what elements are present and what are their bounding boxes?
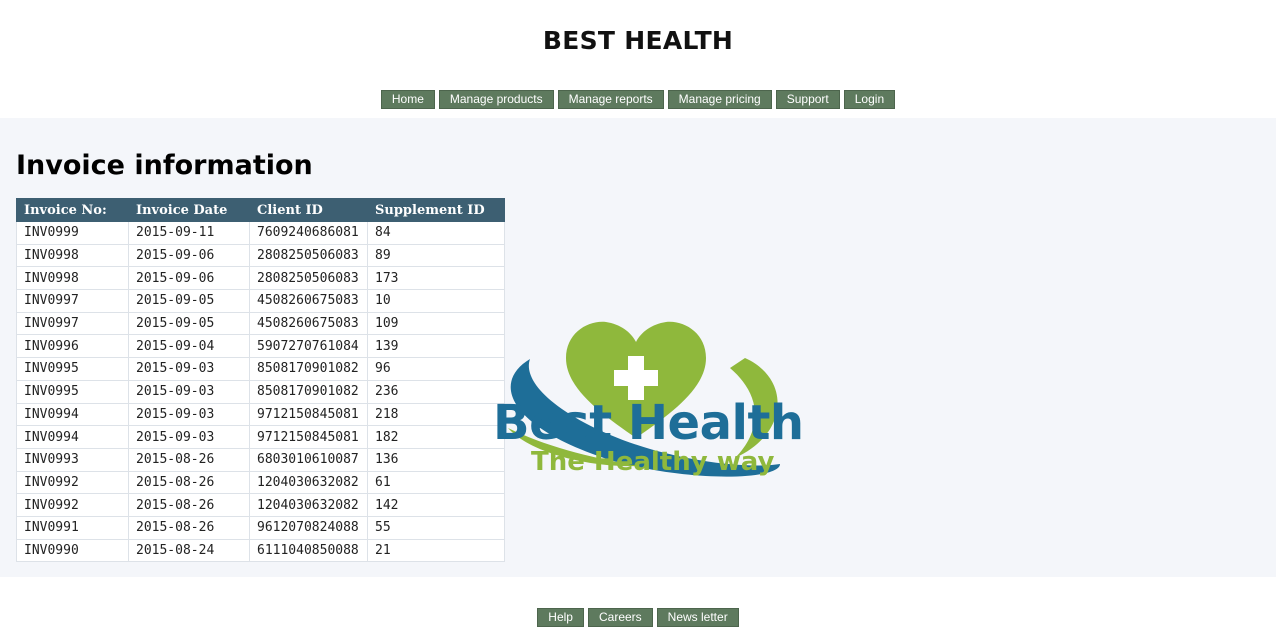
invoice-no-cell: INV0992	[16, 493, 129, 517]
invoice-no-cell: INV0997	[16, 289, 129, 313]
client-id-cell: 4508260675083	[249, 289, 368, 313]
client-id-cell: 4508260675083	[249, 311, 368, 336]
invoice-date-cell: 2015-09-05	[128, 311, 250, 336]
invoice-no-cell: INV0998	[16, 243, 129, 268]
invoice-no-cell: INV0995	[16, 357, 129, 381]
table-row: INV0991 2015-08-26 9612070824088 55	[16, 515, 505, 540]
table-row: INV0996 2015-09-04 5907270761084 139	[16, 334, 505, 359]
table-row: INV0995 2015-09-03 8508170901082 236	[16, 379, 505, 404]
table-row: INV0998 2015-09-06 2808250506083 89	[16, 243, 505, 268]
invoice-date-cell: 2015-09-03	[128, 425, 250, 449]
invoice-date-cell: 2015-09-03	[128, 402, 250, 427]
invoice-date-cell: 2015-08-24	[128, 538, 250, 563]
nav-manage-products-button[interactable]: Manage products	[438, 90, 554, 109]
invoice-date-cell: 2015-08-26	[128, 470, 250, 495]
supplement-id-cell: 109	[367, 311, 505, 336]
invoice-date-cell: 2015-08-26	[128, 515, 250, 540]
table-row: INV0997 2015-09-05 4508260675083 109	[16, 311, 505, 336]
footer-help-button[interactable]: Help	[537, 608, 584, 627]
invoice-date-cell: 2015-08-26	[128, 493, 250, 517]
page-title: Invoice information	[16, 150, 313, 181]
supplement-id-cell: 236	[367, 379, 505, 404]
client-id-cell: 5907270761084	[249, 334, 368, 359]
invoice-no-cell: INV0996	[16, 334, 129, 359]
supplement-id-cell: 182	[367, 425, 505, 449]
invoice-no-cell: INV0993	[16, 447, 129, 472]
column-header-invoice-no: Invoice No:	[16, 198, 129, 222]
supplement-id-cell: 142	[367, 493, 505, 517]
invoice-date-cell: 2015-09-05	[128, 289, 250, 313]
invoice-no-cell: INV0990	[16, 538, 129, 563]
nav-home-button[interactable]: Home	[380, 90, 435, 109]
invoice-date-cell: 2015-09-06	[128, 243, 250, 268]
invoice-date-cell: 2015-08-26	[128, 447, 250, 472]
table-row: INV0999 2015-09-11 7609240686081 84	[16, 221, 505, 245]
client-id-cell: 2808250506083	[249, 266, 368, 291]
table-row: INV0990 2015-08-24 6111040850088 21	[16, 538, 505, 563]
client-id-cell: 9712150845081	[249, 425, 368, 449]
invoice-date-cell: 2015-09-03	[128, 379, 250, 404]
invoice-no-cell: INV0992	[16, 470, 129, 495]
table-row: INV0992 2015-08-26 1204030632082 61	[16, 470, 505, 495]
invoice-table-body: INV0999 2015-09-11 7609240686081 84 INV0998 2…	[16, 221, 505, 563]
client-id-cell: 7609240686081	[249, 221, 368, 245]
invoice-table: Invoice No: Invoice Date Client ID Suppl…	[16, 198, 505, 563]
invoice-no-cell: INV0998	[16, 266, 129, 291]
supplement-id-cell: 218	[367, 402, 505, 427]
invoice-date-cell: 2015-09-04	[128, 334, 250, 359]
invoice-no-cell: INV0994	[16, 402, 129, 427]
invoice-no-cell: INV0994	[16, 425, 129, 449]
logo-brand-name: Best Health	[493, 395, 804, 451]
table-row: INV0997 2015-09-05 4508260675083 10	[16, 289, 505, 313]
client-id-cell: 6803010610087	[249, 447, 368, 472]
invoice-no-cell: INV0995	[16, 379, 129, 404]
nav-support-button[interactable]: Support	[775, 90, 840, 109]
column-header-invoice-date: Invoice Date	[128, 198, 250, 222]
table-row: INV0992 2015-08-26 1204030632082 142	[16, 493, 505, 517]
client-id-cell: 8508170901082	[249, 357, 368, 381]
table-header-row: Invoice No: Invoice Date Client ID Suppl…	[16, 198, 505, 222]
supplement-id-cell: 21	[367, 538, 505, 563]
table-row: INV0993 2015-08-26 6803010610087 136	[16, 447, 505, 472]
footer-careers-button[interactable]: Careers	[587, 608, 653, 627]
supplement-id-cell: 136	[367, 447, 505, 472]
main-nav: Home Manage products Manage reports Mana…	[0, 90, 1276, 109]
client-id-cell: 2808250506083	[249, 243, 368, 268]
column-header-supplement-id: Supplement ID	[367, 198, 505, 222]
footer-newsletter-button[interactable]: News letter	[656, 608, 739, 627]
logo-tagline: The Healthy way	[531, 447, 775, 477]
invoice-date-cell: 2015-09-06	[128, 266, 250, 291]
supplement-id-cell: 61	[367, 470, 505, 495]
column-header-client-id: Client ID	[249, 198, 368, 222]
client-id-cell: 8508170901082	[249, 379, 368, 404]
main-content: Invoice information Invoice No: Invoice …	[0, 118, 1276, 577]
invoice-date-cell: 2015-09-11	[128, 221, 250, 245]
invoice-no-cell: INV0997	[16, 311, 129, 336]
supplement-id-cell: 139	[367, 334, 505, 359]
invoice-no-cell: INV0999	[16, 221, 129, 245]
supplement-id-cell: 89	[367, 243, 505, 268]
nav-login-button[interactable]: Login	[843, 90, 896, 109]
nav-manage-pricing-button[interactable]: Manage pricing	[667, 90, 772, 109]
table-row: INV0994 2015-09-03 9712150845081 182	[16, 425, 505, 449]
client-id-cell: 1204030632082	[249, 493, 368, 517]
supplement-id-cell: 96	[367, 357, 505, 381]
invoice-date-cell: 2015-09-03	[128, 357, 250, 381]
supplement-id-cell: 10	[367, 289, 505, 313]
footer-nav: Help Careers News letter	[0, 608, 1276, 627]
client-id-cell: 9712150845081	[249, 402, 368, 427]
nav-manage-reports-button[interactable]: Manage reports	[557, 90, 664, 109]
client-id-cell: 1204030632082	[249, 470, 368, 495]
supplement-id-cell: 55	[367, 515, 505, 540]
table-row: INV0994 2015-09-03 9712150845081 218	[16, 402, 505, 427]
client-id-cell: 6111040850088	[249, 538, 368, 563]
client-id-cell: 9612070824088	[249, 515, 368, 540]
table-row: INV0998 2015-09-06 2808250506083 173	[16, 266, 505, 291]
supplement-id-cell: 173	[367, 266, 505, 291]
site-title: BEST HEALTH	[542, 26, 734, 55]
table-row: INV0995 2015-09-03 8508170901082 96	[16, 357, 505, 381]
invoice-no-cell: INV0991	[16, 515, 129, 540]
supplement-id-cell: 84	[367, 221, 505, 245]
